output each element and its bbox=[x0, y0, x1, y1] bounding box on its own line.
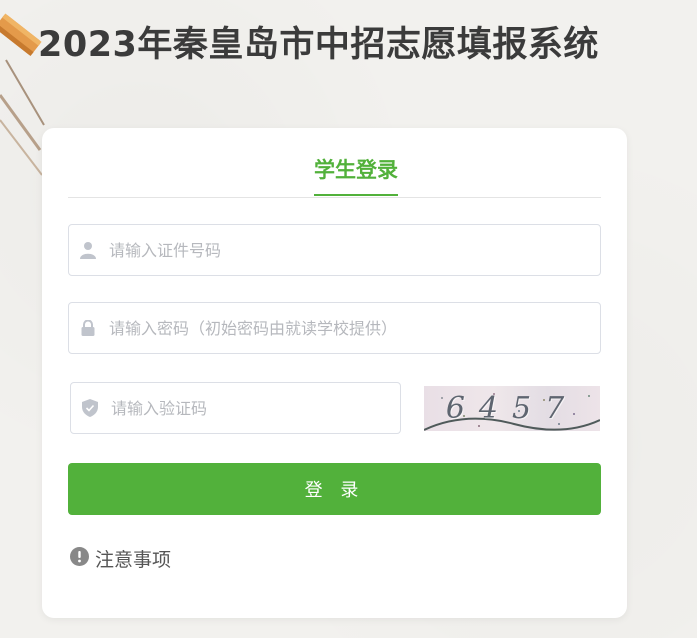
login-button[interactable]: 登 录 bbox=[68, 463, 601, 515]
password-input[interactable] bbox=[109, 303, 590, 353]
login-card: 学生登录 请输入证件号码 请输入验证码 6457 登 录 注意事项 bbox=[42, 128, 627, 618]
captcha-image[interactable]: 6457 bbox=[424, 386, 600, 431]
lock-icon bbox=[79, 319, 97, 337]
captcha-field bbox=[70, 382, 401, 434]
login-tab-bar: 学生登录 bbox=[68, 128, 601, 198]
shield-icon bbox=[81, 399, 99, 417]
exclamation-circle-icon bbox=[70, 546, 89, 570]
captcha-text: 6457 bbox=[445, 391, 579, 426]
captcha-input[interactable] bbox=[111, 383, 390, 433]
id-number-input[interactable] bbox=[109, 225, 590, 275]
notice-link[interactable]: 注意事项 bbox=[70, 544, 171, 572]
tab-student-login[interactable]: 学生登录 bbox=[314, 155, 398, 196]
id-number-field bbox=[68, 224, 601, 276]
user-icon bbox=[79, 241, 97, 259]
page-title: 2023年秦皇岛市中招志愿填报系统 bbox=[38, 25, 599, 65]
notice-label: 注意事项 bbox=[95, 548, 172, 571]
password-field bbox=[68, 302, 601, 354]
